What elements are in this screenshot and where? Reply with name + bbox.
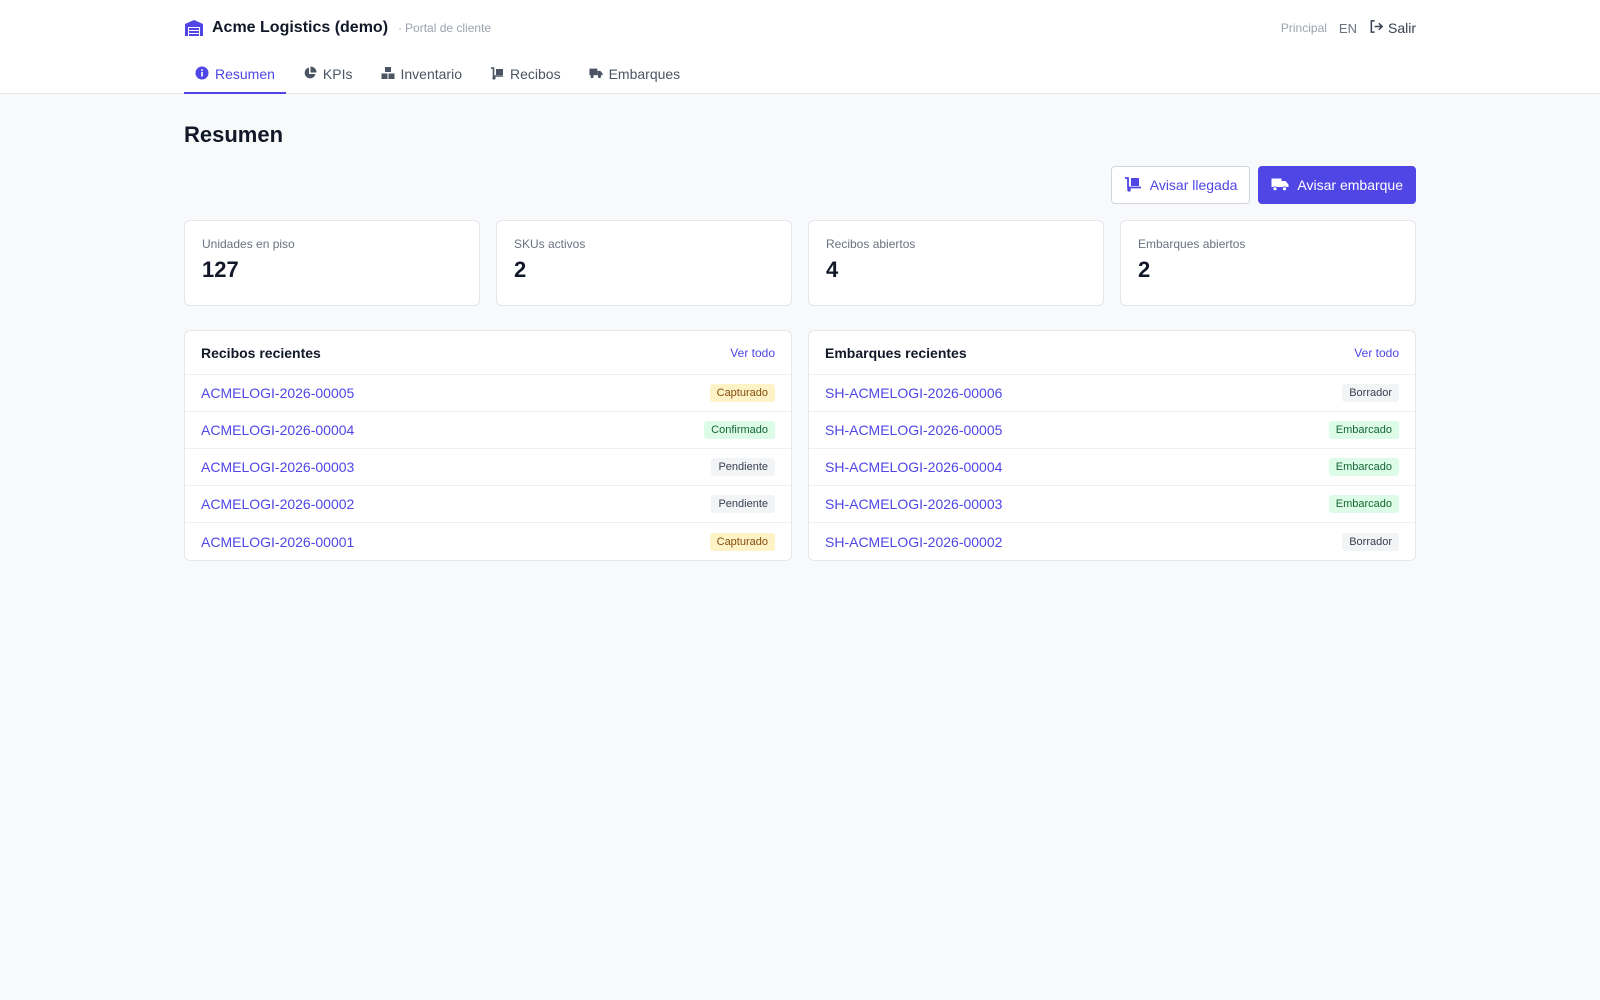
brand-subtitle: · Portal de cliente [398,21,491,35]
top-right-nav: Principal EN Salir [1281,19,1416,37]
stat-label: Recibos abiertos [826,237,916,251]
notify-shipment-button[interactable]: Avisar embarque [1258,166,1416,204]
stat-label: Embarques abiertos [1138,237,1246,251]
recent-receipts-panel: Recibos recientes Ver todo ACMELOGI-2026… [184,330,792,561]
list-item: SH-ACMELOGI-2026-00006 Borrador [809,375,1415,412]
status-badge: Pendiente [711,458,775,476]
stat-value: 127 [202,257,239,282]
truck-icon [589,66,603,83]
tab-recibos[interactable]: Recibos [479,56,572,94]
status-badge: Embarcado [1328,458,1399,476]
panel-title: Embarques recientes [825,344,967,361]
stat-value: 2 [514,257,527,282]
list-item: SH-ACMELOGI-2026-00002 Borrador [809,523,1415,560]
info-icon [195,66,209,83]
shipment-link[interactable]: SH-ACMELOGI-2026-00004 [825,459,1002,475]
tab-label: Embarques [608,66,681,82]
list-item: SH-ACMELOGI-2026-00005 Embarcado [809,412,1415,449]
brand-subtitle-separator: · [398,21,403,35]
top-bar: Acme Logistics (demo) · Portal de cliente… [0,0,1600,94]
main-content: Resumen Avisar llegada Avisar embarque U… [184,122,1416,561]
stat-label: Unidades en piso [202,237,295,251]
status-badge: Pendiente [711,495,775,513]
tab-resumen[interactable]: Resumen [184,56,286,94]
stat-card-units: Unidades en piso 127 [184,220,480,306]
notify-shipment-label: Avisar embarque [1297,177,1403,193]
main-tabs: Resumen KPIs Inventario Recibos Embarque… [184,56,1416,94]
brand-subtitle-text: Portal de cliente [405,21,492,35]
boxes-icon [381,66,395,83]
tab-label: KPIs [322,66,353,82]
list-item: ACMELOGI-2026-00004 Confirmado [185,412,791,449]
tab-embarques[interactable]: Embarques [578,56,692,94]
view-all-shipments-link[interactable]: Ver todo [1354,346,1399,360]
dolly-icon [1124,176,1142,195]
list-item: ACMELOGI-2026-00003 Pendiente [185,449,791,486]
status-badge: Capturado [709,532,775,551]
stat-card-open-receipts: Recibos abiertos 4 [808,220,1104,306]
notify-arrival-label: Avisar llegada [1149,177,1238,193]
language-toggle[interactable]: EN [1339,21,1357,36]
stat-card-open-shipments: Embarques abiertos 2 [1120,220,1416,306]
tab-kpis[interactable]: KPIs [292,56,364,94]
list-item: ACMELOGI-2026-00002 Pendiente [185,486,791,523]
dolly-icon [490,66,504,83]
status-badge: Confirmado [704,421,775,439]
shipment-link[interactable]: SH-ACMELOGI-2026-00003 [825,496,1002,512]
recent-panels: Recibos recientes Ver todo ACMELOGI-2026… [184,330,1416,561]
view-all-receipts-link[interactable]: Ver todo [730,346,775,360]
brand-name: Acme Logistics (demo) [212,19,389,36]
logout-icon [1369,19,1384,37]
stat-value: 4 [826,257,839,282]
action-bar: Avisar llegada Avisar embarque [184,166,1416,204]
status-badge: Embarcado [1328,421,1399,439]
list-item: ACMELOGI-2026-00001 Capturado [185,523,791,560]
receipt-link[interactable]: ACMELOGI-2026-00003 [201,459,354,475]
shipment-link[interactable]: SH-ACMELOGI-2026-00005 [825,422,1002,438]
brand-row: Acme Logistics (demo) · Portal de cliente… [184,0,1416,56]
status-badge: Borrador [1342,384,1399,402]
shipment-link[interactable]: SH-ACMELOGI-2026-00006 [825,385,1002,401]
tab-label: Resumen [215,66,275,82]
list-item: SH-ACMELOGI-2026-00004 Embarcado [809,449,1415,486]
stat-label: SKUs activos [514,237,586,251]
status-badge: Embarcado [1328,495,1399,513]
receipt-link[interactable]: ACMELOGI-2026-00001 [201,534,354,550]
list-item: ACMELOGI-2026-00005 Capturado [185,375,791,412]
receipt-link[interactable]: ACMELOGI-2026-00005 [201,385,354,401]
receipt-link[interactable]: ACMELOGI-2026-00002 [201,496,354,512]
list-item: SH-ACMELOGI-2026-00003 Embarcado [809,486,1415,523]
panel-header: Recibos recientes Ver todo [185,331,791,375]
recent-shipments-panel: Embarques recientes Ver todo SH-ACMELOGI… [808,330,1416,561]
tab-label: Inventario [400,66,462,82]
warehouse-icon [184,18,204,38]
status-badge: Capturado [709,384,775,402]
tab-inventario[interactable]: Inventario [370,56,473,94]
truck-icon [1271,176,1289,195]
stats-grid: Unidades en piso 127 SKUs activos 2 Reci… [184,220,1416,306]
stat-value: 2 [1138,257,1151,282]
notify-arrival-button[interactable]: Avisar llegada [1110,166,1251,204]
brand: Acme Logistics (demo) · Portal de cliente [184,18,491,38]
tab-label: Recibos [509,66,561,82]
panel-title: Recibos recientes [201,344,321,361]
panel-header: Embarques recientes Ver todo [809,331,1415,375]
status-badge: Borrador [1342,532,1399,551]
shipment-link[interactable]: SH-ACMELOGI-2026-00002 [825,534,1002,550]
stat-card-skus: SKUs activos 2 [496,220,792,306]
logout-label: Salir [1387,20,1416,36]
receipt-link[interactable]: ACMELOGI-2026-00004 [201,422,354,438]
home-link[interactable]: Principal [1281,21,1327,35]
pie-chart-icon [303,66,317,83]
logout-button[interactable]: Salir [1369,19,1416,37]
page-title: Resumen [184,122,284,147]
